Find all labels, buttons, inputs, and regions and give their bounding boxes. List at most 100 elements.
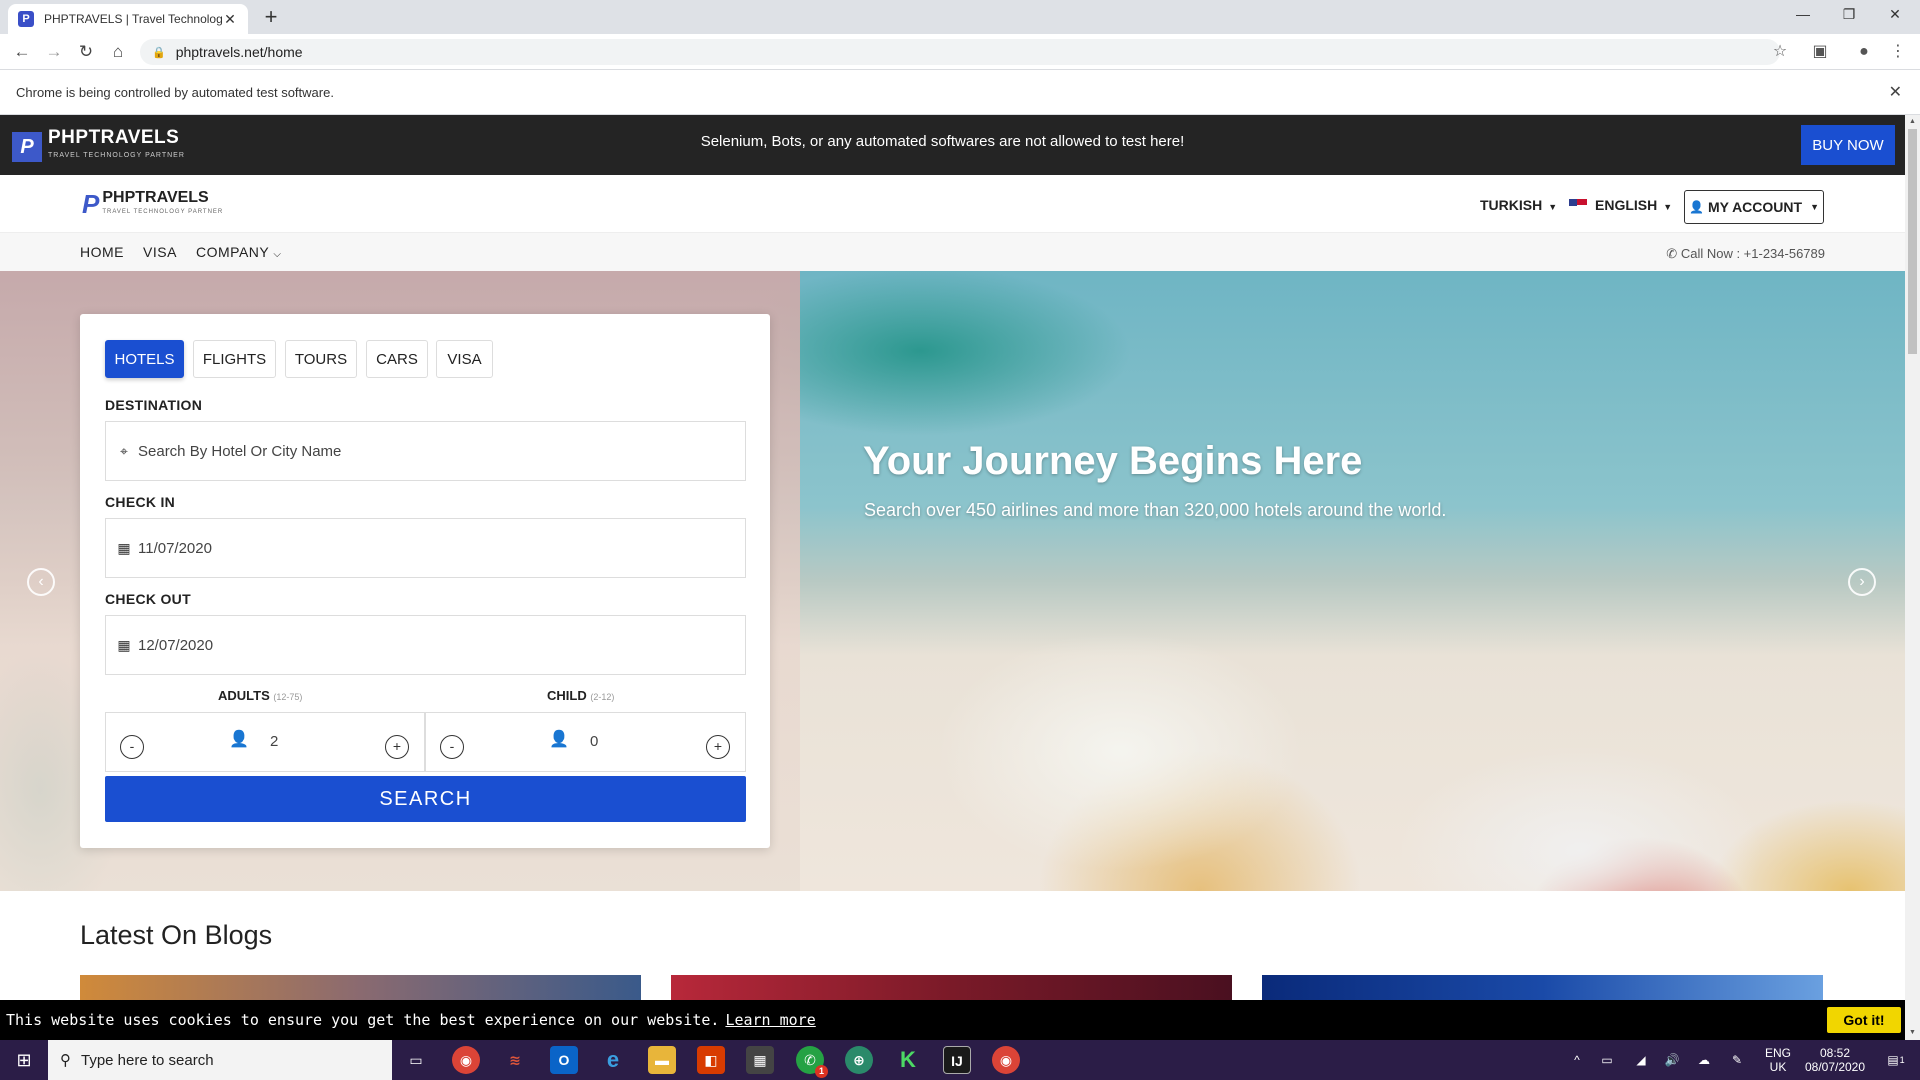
forward-button[interactable]: → [40, 38, 68, 66]
taskbar-search[interactable]: ⚲ Type here to search [48, 1040, 392, 1080]
kotlin-app-icon[interactable]: K [894, 1046, 922, 1074]
slider-next-icon[interactable]: › [1848, 568, 1876, 596]
page-scrollbar[interactable]: ▲ ▼ [1905, 115, 1920, 1040]
internet-explorer-icon[interactable]: e [599, 1046, 627, 1074]
chrome-active-icon[interactable]: ◉ [992, 1046, 1020, 1074]
scroll-down-icon[interactable]: ▼ [1905, 1026, 1920, 1040]
site-logo[interactable]: P PHPTRAVELS TRAVEL TECHNOLOGY PARTNER [82, 189, 223, 220]
show-hidden-icons[interactable]: ^ [1566, 1040, 1588, 1080]
clock-time: 08:52 [1819, 1046, 1851, 1060]
caret-down-icon: ▼ [1548, 202, 1558, 212]
my-account-button[interactable]: 👤 MY ACCOUNT ▼ [1684, 190, 1824, 224]
close-infobar-icon[interactable]: ✕ [1889, 82, 1902, 102]
checkin-input[interactable]: ▦ 11/07/2020 [105, 518, 746, 578]
cookie-banner: This website uses cookies to ensure you … [0, 1000, 1905, 1040]
scrollbar-thumb[interactable] [1908, 129, 1917, 354]
learn-more-link[interactable]: Learn more [725, 1011, 815, 1029]
calculator-icon[interactable]: ▦ [746, 1046, 774, 1074]
child-plus-button[interactable]: + [706, 735, 730, 759]
intellij-icon[interactable]: IJ [943, 1046, 971, 1074]
task-view-icon[interactable]: ▭ [402, 1046, 430, 1074]
outlook-icon[interactable]: O [550, 1046, 578, 1074]
extension-icon[interactable]: ▣ [1806, 38, 1834, 66]
checkin-value: 11/07/2020 [138, 539, 212, 557]
language-dropdown[interactable]: ENGLISH ▼ [1569, 197, 1672, 213]
map-pin-icon: ⌖ [120, 442, 128, 459]
chrome-menu-icon[interactable]: ⋮ [1884, 38, 1912, 66]
search-button[interactable]: SEARCH [105, 776, 746, 822]
destination-input[interactable]: ⌖ Search By Hotel Or City Name [105, 421, 746, 481]
profile-icon[interactable]: ● [1850, 38, 1878, 66]
volume-icon[interactable]: 🔊 [1661, 1040, 1683, 1080]
browser-toolbar: ← → ↻ ⌂ 🔒 phptravels.net/home ☆ ▣ ● ⋮ [0, 34, 1920, 70]
restore-window-button[interactable]: ❐ [1826, 0, 1872, 30]
nav-company[interactable]: COMPANY ⌵ [196, 244, 281, 260]
buy-now-button[interactable]: BUY NOW [1801, 125, 1895, 165]
got-it-button[interactable]: Got it! [1827, 1007, 1901, 1033]
clock[interactable]: 08:52 08/07/2020 [1800, 1040, 1870, 1080]
logo-mark-icon: P [82, 189, 100, 219]
tab-flights[interactable]: FLIGHTS [193, 340, 276, 378]
adults-range: (12-75) [273, 692, 303, 702]
network-icon[interactable]: ◢ [1630, 1040, 1652, 1080]
blogs-heading: Latest On Blogs [80, 920, 273, 950]
nav-home[interactable]: HOME [80, 244, 124, 260]
site-header: P PHPTRAVELS TRAVEL TECHNOLOGY PARTNER T… [0, 175, 1905, 233]
scroll-up-icon[interactable]: ▲ [1905, 115, 1920, 129]
tab-hotels[interactable]: HOTELS [105, 340, 184, 378]
bookmark-star-icon[interactable]: ☆ [1766, 38, 1794, 66]
my-account-label: MY ACCOUNT [1707, 199, 1803, 215]
currency-dropdown[interactable]: TURKISH ▼ [1480, 197, 1557, 213]
reload-button[interactable]: ↻ [72, 38, 100, 66]
whatsapp-badge: 1 [815, 1065, 828, 1078]
currency-label: TURKISH [1480, 197, 1543, 213]
site-favicon-icon: P [18, 11, 34, 27]
checkout-input[interactable]: ▦ 12/07/2020 [105, 615, 746, 675]
chevron-down-icon: ⌵ [273, 249, 282, 260]
onedrive-icon[interactable]: ☁ [1693, 1040, 1715, 1080]
address-bar[interactable]: 🔒 phptravels.net/home [140, 39, 1780, 65]
home-button[interactable]: ⌂ [104, 38, 132, 66]
caret-down-icon: ▼ [1810, 202, 1819, 212]
tab-tours[interactable]: TOURS [285, 340, 357, 378]
child-count[interactable]: 0 [590, 733, 598, 750]
adults-label: ADULTS (12-75) [218, 688, 303, 703]
child-label: CHILD (2-12) [547, 688, 615, 703]
person-icon: 👤 [549, 731, 569, 748]
close-tab-icon[interactable]: ✕ [222, 11, 238, 28]
nav-visa[interactable]: VISA [143, 244, 177, 260]
tab-title: PHPTRAVELS | Travel Technology [44, 12, 222, 26]
call-now[interactable]: ✆ Call Now : +1-234-56789 [1666, 246, 1825, 262]
taskbar-search-placeholder: Type here to search [81, 1051, 214, 1069]
adults-minus-button[interactable]: - [120, 735, 144, 759]
url-text: phptravels.net/home [175, 44, 303, 60]
language-indicator[interactable]: ENG UK [1760, 1040, 1796, 1080]
pen-icon[interactable]: ✎ [1726, 1040, 1748, 1080]
infobar-text: Chrome is being controlled by automated … [16, 85, 334, 100]
chrome-icon[interactable]: ◉ [452, 1046, 480, 1074]
person-icon: 👤 [229, 731, 249, 748]
tab-cars[interactable]: CARS [366, 340, 428, 378]
slider-prev-icon[interactable]: ‹ [27, 568, 55, 596]
whatsapp-icon[interactable]: ✆ 1 [796, 1046, 828, 1078]
stripes-app-icon[interactable]: ≋ [501, 1046, 529, 1074]
back-button[interactable]: ← [8, 38, 36, 66]
globe-app-icon[interactable]: ⊕ [845, 1046, 873, 1074]
phone-icon: ✆ [1666, 246, 1678, 261]
child-minus-button[interactable]: - [440, 735, 464, 759]
minimize-window-button[interactable]: — [1780, 0, 1826, 30]
adults-plus-button[interactable]: + [385, 735, 409, 759]
nav-company-label: COMPANY [196, 244, 269, 260]
office-icon[interactable]: ◧ [697, 1046, 725, 1074]
logo-subtext: TRAVEL TECHNOLOGY PARTNER [102, 208, 224, 215]
battery-icon[interactable]: ▭ [1596, 1040, 1618, 1080]
adults-count[interactable]: 2 [270, 733, 278, 750]
file-explorer-icon[interactable]: ▬ [648, 1046, 676, 1074]
new-tab-button[interactable]: + [258, 4, 284, 30]
notifications-icon[interactable]: ▤ 1 [1878, 1040, 1914, 1080]
tab-visa[interactable]: VISA [436, 340, 493, 378]
close-window-button[interactable]: ✕ [1872, 0, 1918, 30]
browser-tab[interactable]: P PHPTRAVELS | Travel Technology ✕ [8, 4, 248, 34]
windows-start-icon[interactable]: ⊞ [0, 1040, 48, 1080]
language-label: ENGLISH [1595, 197, 1658, 213]
